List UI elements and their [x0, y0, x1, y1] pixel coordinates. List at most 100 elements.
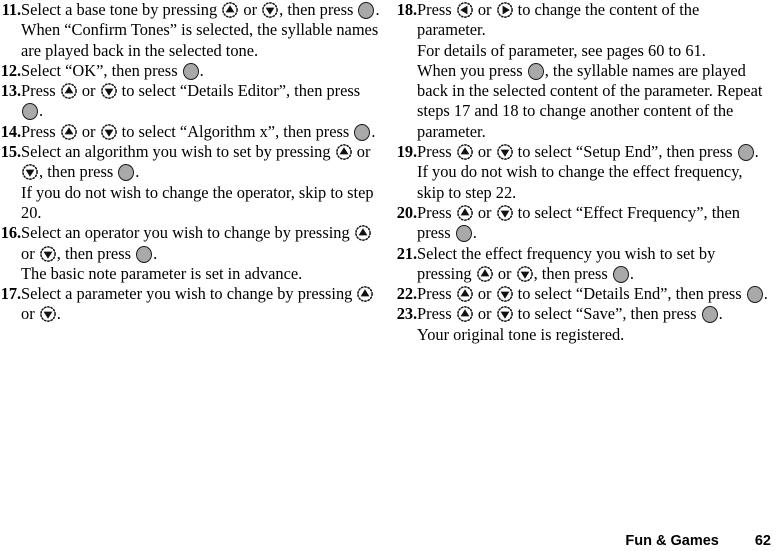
- step-text: Press: [417, 0, 456, 19]
- numbered-step: 17. Select a parameter you wish to change…: [0, 284, 382, 325]
- nav-up-icon: [335, 144, 352, 160]
- nav-up-icon: [222, 2, 239, 18]
- nav-up-icon: [456, 306, 473, 323]
- manual-page: 11. Select a base tone by pressing or , t…: [0, 0, 781, 551]
- step-text: or: [493, 263, 516, 283]
- step-text: .: [371, 121, 376, 141]
- step-text: or: [77, 121, 100, 141]
- numbered-step: 12. Select “OK”, then press .: [0, 61, 382, 81]
- step-number: 21.: [396, 243, 417, 263]
- two-column-body: 11. Select a base tone by pressing or , t…: [0, 0, 781, 345]
- step-text: .: [199, 60, 204, 80]
- step-paragraph: Press or to select “Setup End”, then pre…: [417, 142, 771, 162]
- step-number: 17.: [0, 284, 21, 304]
- nav-down-icon: [39, 245, 56, 262]
- step-text: .: [629, 263, 634, 283]
- step-text: to select “Details Editor”, then press: [117, 81, 361, 101]
- step-text: Select “OK”, then press: [21, 60, 182, 80]
- step-text: Press: [21, 81, 60, 101]
- step-text: or: [473, 0, 496, 19]
- center-key-icon: [746, 286, 763, 304]
- step-text: , then press: [533, 263, 612, 283]
- step-text: or: [352, 142, 371, 162]
- step-paragraph: Select the effect frequency you wish to …: [417, 244, 771, 285]
- numbered-step: 16. Select an operator you wish to change…: [0, 223, 382, 284]
- step-text: If you do not wish to change the operato…: [21, 182, 374, 222]
- nav-down-icon: [39, 306, 56, 323]
- nav-up-icon: [456, 144, 473, 160]
- nav-up-icon: [354, 225, 371, 242]
- step-text: .: [472, 223, 477, 243]
- left-column: 11. Select a base tone by pressing or , t…: [0, 0, 390, 325]
- step-text: Press: [21, 121, 60, 141]
- step-paragraph: For details of parameter, see pages 60 t…: [417, 41, 771, 61]
- numbered-step: 19. Press or to select “Setup End”, then …: [390, 142, 771, 203]
- step-body: Select a parameter you wish to change by…: [21, 284, 382, 325]
- step-number: 23.: [396, 304, 417, 324]
- step-body: Press or to select “Details End”, then p…: [417, 284, 771, 304]
- step-text: or: [473, 142, 496, 162]
- center-key-icon: [527, 62, 544, 80]
- numbered-step: 18. Press or to change the content of the…: [390, 0, 771, 142]
- step-paragraph: Press or to select “Details Editor”, the…: [21, 81, 382, 122]
- step-number: 18.: [396, 0, 417, 19]
- step-paragraph: Press or to select “Save”, then press .: [417, 304, 771, 324]
- nav-up-icon: [456, 205, 473, 221]
- step-paragraph: Select an algorithm you wish to set by p…: [21, 142, 382, 183]
- step-body: Select a base tone by pressing or , then…: [21, 0, 382, 61]
- step-text: When “Confirm Tones” is selected, the sy…: [21, 20, 379, 60]
- numbered-step: 22. Press or to select “Details End”, the…: [390, 284, 771, 304]
- step-number: 22.: [396, 284, 417, 304]
- step-paragraph: The basic note parameter is set in advan…: [21, 264, 382, 284]
- step-number: 20.: [396, 202, 417, 222]
- step-paragraph: Your original tone is registered.: [417, 325, 771, 345]
- center-key-icon: [737, 144, 754, 162]
- nav-up-icon: [456, 286, 473, 303]
- step-text: or: [473, 202, 496, 222]
- step-body: Press or to change the content of the pa…: [417, 0, 771, 142]
- step-paragraph: Select a base tone by pressing or , then…: [21, 0, 382, 20]
- step-text: .: [153, 243, 158, 263]
- center-key-icon: [612, 265, 629, 283]
- step-body: Select an operator you wish to change by…: [21, 223, 382, 284]
- numbered-step: 14. Press or to select “Algorithm x”, the…: [0, 122, 382, 142]
- step-text: to select “Details End”, then press: [513, 284, 746, 304]
- step-number: 19.: [396, 142, 417, 162]
- nav-right-icon: [496, 2, 513, 18]
- numbered-step: 11. Select a base tone by pressing or , t…: [0, 0, 382, 61]
- step-text: Press: [417, 284, 456, 304]
- footer-section-title: Fun & Games: [625, 533, 719, 549]
- footer-inner: Fun & Games 62: [625, 533, 771, 549]
- step-text: .: [135, 162, 140, 182]
- step-paragraph: Select an operator you wish to change by…: [21, 223, 382, 264]
- center-key-icon: [455, 225, 472, 243]
- step-paragraph: Select “OK”, then press .: [21, 61, 382, 81]
- step-body: Press or to select “Setup End”, then pre…: [417, 142, 771, 203]
- step-paragraph: When “Confirm Tones” is selected, the sy…: [21, 20, 382, 61]
- page-footer: Fun & Games 62: [0, 533, 781, 551]
- step-paragraph: Select a parameter you wish to change by…: [21, 284, 382, 325]
- step-text: Select an operator you wish to change by…: [21, 223, 354, 243]
- step-paragraph: Press or to select “Algorithm x”, then p…: [21, 122, 382, 142]
- step-paragraph: Press or to select “Effect Frequency”, t…: [417, 203, 771, 244]
- nav-down-icon: [496, 144, 513, 160]
- step-text: to select “Save”, then press: [513, 304, 701, 324]
- step-text: .: [375, 0, 380, 19]
- numbered-step: 23. Press or to select “Save”, then press…: [390, 304, 771, 345]
- nav-left-icon: [456, 2, 473, 18]
- step-text: or: [239, 0, 262, 19]
- step-text: .: [718, 304, 723, 324]
- step-text: The basic note parameter is set in advan…: [21, 263, 303, 283]
- step-text: or: [77, 81, 100, 101]
- step-number: 12.: [0, 60, 21, 80]
- step-text: Select a base tone by pressing: [21, 0, 222, 19]
- center-key-icon: [182, 62, 199, 80]
- step-text: .: [754, 142, 759, 162]
- step-text: Select a parameter you wish to change by…: [21, 284, 357, 304]
- numbered-step: 15. Select an algorithm you wish to set b…: [0, 142, 382, 223]
- step-paragraph: Press or to change the content of the pa…: [417, 0, 771, 41]
- center-key-icon: [22, 103, 38, 121]
- nav-down-icon: [262, 2, 278, 18]
- step-paragraph: If you do not wish to change the effect …: [417, 162, 771, 203]
- nav-up-icon: [357, 286, 374, 303]
